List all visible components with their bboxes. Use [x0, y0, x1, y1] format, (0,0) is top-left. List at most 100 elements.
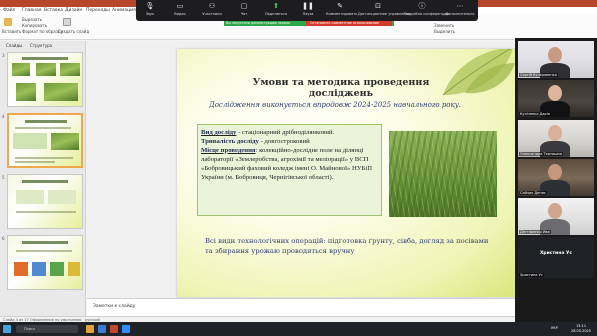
more-button[interactable]: ⋯ Дополнительно [444, 2, 476, 20]
place-label: Місце проведення [201, 146, 256, 154]
thumb-icon [68, 262, 80, 276]
windows-taskbar: Поиск УКР 13:11 28.05.2025 [0, 322, 597, 336]
participant-name: Сайчик Денис [519, 191, 547, 195]
slides-panel: Слайды Структура 3 4 5 6 [0, 41, 86, 316]
participant-tile[interactable]: Сергій Кучерявенко [518, 41, 594, 78]
notes-pane[interactable]: Заметки к слайду [87, 298, 515, 316]
slide-period-text: Дослідження виконується впродовж 2024-20… [209, 101, 461, 109]
remote-control-button[interactable]: ⊡ Дистанционное управление [358, 2, 410, 20]
participant-face [548, 164, 562, 180]
type-value: - стаціонарний дрібноділянковий. [236, 129, 335, 136]
duration-label: Тривалість досліду [201, 137, 259, 145]
more-icon: ⋯ [456, 2, 464, 10]
more-label: Дополнительно [445, 12, 475, 16]
tab-transitions[interactable]: Переходы [86, 8, 110, 13]
share-label: Поделиться [265, 12, 287, 16]
cut-button[interactable]: Вырезать [22, 17, 42, 22]
participant-face [548, 125, 562, 141]
slide-editor: Умови та методика проведення досліджень … [87, 41, 515, 298]
thumb-text [15, 161, 55, 163]
participant-tile[interactable]: Христина Ус Христина Ус [518, 237, 594, 278]
slide-thumbnail[interactable] [7, 52, 83, 107]
replace-button[interactable]: Заменить [434, 23, 454, 28]
powerpoint-icon[interactable] [110, 325, 118, 333]
notes-placeholder: Заметки к слайду [93, 304, 136, 309]
sharing-status-text: Вы запустили демонстрацию экрана [226, 21, 291, 25]
participant-name: Дегтяренко Ива [519, 230, 551, 234]
audio-button[interactable]: 🎙 Звук [136, 2, 164, 20]
annotate-label: Комментировать [326, 12, 358, 16]
thumb-image [60, 63, 80, 76]
format-painter-button[interactable]: Формат по образцу [22, 29, 63, 34]
tab-animation[interactable]: Анимация [112, 8, 136, 13]
slide-canvas[interactable]: Умови та методика проведення досліджень … [177, 49, 515, 297]
desktop: Файл Главная Вставка Дизайн Переходы Ани… [0, 0, 597, 336]
participant-tile[interactable]: Дегтяренко Ива [518, 198, 594, 235]
participants-button[interactable]: ⚇ Участники [198, 2, 226, 20]
annotate-button[interactable]: ✎ Комментировать [326, 2, 358, 20]
thumb-text [16, 211, 76, 213]
thumb-icon [50, 262, 64, 276]
tab-file[interactable]: Файл [3, 8, 15, 13]
participant-face [548, 47, 562, 63]
slide-thumbnail-selected[interactable] [7, 113, 83, 168]
clock[interactable]: 13:11 28.05.2025 [567, 324, 595, 334]
thumb-text [16, 250, 72, 252]
chat-icon: ▢ [240, 2, 248, 10]
stop-share-button[interactable]: Остановить совместное использование [306, 21, 392, 26]
start-icon[interactable] [3, 325, 11, 333]
type-label: Вид досліду [201, 129, 237, 136]
tab-insert[interactable]: Вставка [44, 8, 63, 13]
participant-tile[interactable]: Сайчик Денис [518, 159, 594, 196]
meeting-info-label: Подробно конференции [404, 12, 449, 16]
new-slide-button[interactable]: Создать слайд [58, 29, 89, 34]
experiment-info-box: Вид досліду - стаціонарний дрібноділянко… [197, 124, 382, 216]
zoom-icon[interactable] [122, 325, 130, 333]
zoom-toolbar: 🎙 Звук ▭ Видео ⚇ Участники ▢ Чат ⬆ Поделиться… [136, 0, 478, 21]
video-label: Видео [174, 12, 186, 16]
participant-tile[interactable]: Олександра Тертишна [518, 120, 594, 157]
chat-button[interactable]: ▢ Чат [230, 2, 258, 20]
tab-slides[interactable]: Слайды [6, 43, 22, 48]
thumb-text [15, 127, 71, 129]
select-button[interactable]: Выделить [434, 29, 455, 34]
participant-face [548, 203, 562, 219]
paste-icon[interactable] [4, 18, 12, 26]
share-button[interactable]: ⬆ Поделиться [262, 2, 290, 20]
slide-thumbnail[interactable] [7, 174, 83, 229]
slide-number: 4 [2, 114, 5, 119]
slide-number: 6 [2, 236, 5, 241]
file-explorer-icon[interactable] [86, 325, 94, 333]
thumb-image [16, 83, 36, 101]
thumb-icon [14, 262, 28, 276]
slide-number: 5 [2, 175, 5, 180]
slide-number: 3 [2, 53, 5, 58]
share-icon: ⬆ [273, 2, 279, 10]
tab-design[interactable]: Дизайн [65, 8, 82, 13]
pen-icon: ✎ [337, 2, 343, 10]
camera-icon: ▭ [176, 2, 184, 10]
thumb-table [48, 190, 76, 204]
input-language[interactable]: УКР [551, 326, 558, 330]
participants-label: Участники [202, 12, 222, 16]
thumb-image [51, 133, 79, 150]
share-status-banner: Вы запустили демонстрацию экрана Останов… [224, 21, 394, 26]
paste-button[interactable]: Вставить [2, 29, 21, 34]
meeting-info-button[interactable]: ⓘ Подробно конференции [404, 2, 449, 20]
pause-button[interactable]: ❚❚ Пауза [294, 2, 322, 20]
thumb-image [12, 63, 30, 76]
participant-name: Христина Ус [519, 273, 544, 277]
browser-icon[interactable] [98, 325, 106, 333]
participant-tile[interactable]: Куліченко Дарія [518, 80, 594, 117]
video-button[interactable]: ▭ Видео [166, 2, 194, 20]
slide-thumbnail[interactable] [7, 235, 83, 290]
thumb-title [25, 120, 67, 123]
tab-outline[interactable]: Структура [30, 43, 52, 48]
tab-home[interactable]: Главная [22, 8, 41, 13]
new-slide-icon[interactable] [63, 18, 71, 26]
participant-name: Куліченко Дарія [519, 112, 551, 116]
pause-icon: ❚❚ [302, 2, 314, 10]
duration-value: - довгостроковий [258, 137, 310, 145]
copy-button[interactable]: Копировать [22, 23, 47, 28]
taskbar-search[interactable]: Поиск [16, 325, 78, 333]
